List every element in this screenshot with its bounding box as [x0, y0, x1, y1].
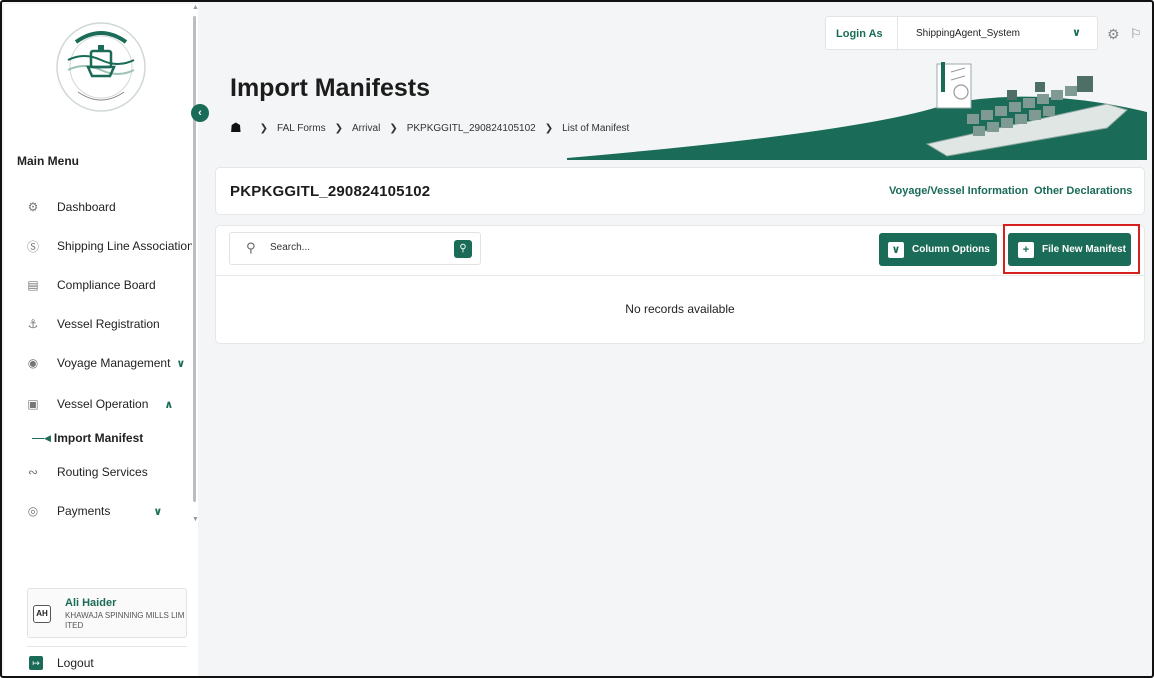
sidebar-item-dashboard[interactable]: ⚙ Dashboard: [26, 196, 194, 218]
breadcrumb-fal-forms[interactable]: FAL Forms: [277, 123, 326, 134]
dashboard-icon: ⚙: [27, 200, 39, 214]
home-icon[interactable]: ☗: [230, 120, 242, 136]
collapse-sidebar-button[interactable]: ‹: [191, 104, 209, 122]
breadcrumb-arrival[interactable]: Arrival: [352, 123, 380, 134]
chevron-down-icon[interactable]: ∨: [153, 505, 162, 518]
chevron-down-icon: ∨: [888, 241, 904, 258]
sidebar-subitem-import-manifest[interactable]: ◀ Import Manifest: [32, 431, 143, 445]
sidebar-item-vessel-operation[interactable]: ▣ Vessel Operation ∧: [26, 393, 194, 415]
scrollbar-thumb[interactable]: [193, 16, 196, 502]
sidebar-item-label: Shipping Line Association: [57, 239, 194, 253]
breadcrumb-separator-icon: ❯: [544, 122, 554, 134]
column-options-label: Column Options: [912, 244, 990, 255]
sidebar-item-compliance-board[interactable]: ▤ Compliance Board: [26, 274, 194, 296]
association-icon: Ⓢ: [26, 239, 39, 254]
sidebar-item-label: Vessel Operation: [57, 397, 149, 411]
page-title: Import Manifests: [230, 74, 431, 102]
cargo-ship-illustration: [567, 62, 1147, 160]
sidebar-item-label: Routing Services: [57, 465, 148, 479]
chevron-down-icon[interactable]: ∨: [1072, 26, 1081, 39]
sidebar-item-shipping-line-association[interactable]: Ⓢ Shipping Line Association: [26, 235, 194, 257]
column-options-button[interactable]: ∨ Column Options: [879, 233, 997, 266]
sidebar-divider: [27, 646, 187, 647]
location-icon: ◉: [27, 356, 39, 370]
user-role-select[interactable]: ShippingAgent_System: [916, 28, 1020, 39]
sidebar-item-label: Vessel Registration: [57, 317, 160, 331]
active-arrow-icon: ◀: [44, 432, 51, 443]
sidebar: Main Menu ⚙ Dashboard Ⓢ Shipping Line As…: [4, 4, 194, 676]
manifest-id-title: PKPKGGITL_290824105102: [230, 183, 431, 200]
document-icon: ▤: [27, 278, 39, 292]
breadcrumb-manifest-id[interactable]: PKPKGGITL_290824105102: [407, 123, 536, 134]
avatar: AH: [33, 605, 51, 623]
login-as-label: Login As: [836, 28, 883, 40]
payment-icon: ◎: [27, 504, 39, 518]
voyage-vessel-information-link[interactable]: Voyage/Vessel Information: [889, 185, 1028, 197]
sidebar-item-label: Compliance Board: [57, 278, 156, 292]
scroll-up-icon[interactable]: ▲: [192, 4, 199, 11]
sidebar-item-payments[interactable]: ◎ Payments ∨: [26, 500, 194, 522]
user-name: Ali Haider: [65, 597, 117, 609]
sidebar-item-voyage-management[interactable]: ◉ Voyage Management ∨: [26, 352, 194, 374]
table-divider: [215, 275, 1145, 276]
topbar-divider: [897, 17, 898, 51]
settings-gear-icon[interactable]: ⚙: [1107, 26, 1120, 43]
search-icon: ⚲: [246, 240, 256, 255]
sidebar-subitem-label: Import Manifest: [53, 431, 144, 445]
breadcrumb-separator-icon: ❯: [389, 122, 398, 134]
empty-state-message: No records available: [625, 302, 735, 316]
route-icon: ∾: [27, 465, 39, 479]
logout-icon: ↦: [29, 656, 43, 670]
login-as-bar: Login As ShippingAgent_System ∨: [825, 16, 1098, 51]
search-submit-button[interactable]: ⚲: [454, 240, 472, 258]
breadcrumb-separator-icon: ❯: [259, 122, 269, 134]
sidebar-item-routing-services[interactable]: ∾ Routing Services: [26, 461, 194, 483]
scroll-down-icon[interactable]: ▼: [192, 516, 199, 523]
portverse-logo: [56, 22, 146, 112]
other-declarations-link[interactable]: Other Declarations: [1034, 185, 1132, 197]
logout-button[interactable]: ↦ Logout: [29, 656, 94, 670]
sidebar-item-label: Payments: [57, 504, 111, 518]
notification-bell-icon[interactable]: ⚐: [1130, 26, 1142, 42]
search-input[interactable]: [270, 242, 440, 253]
sidebar-item-vessel-registration[interactable]: ⚓ Vessel Registration: [26, 313, 194, 335]
sidebar-item-label: Voyage Management: [57, 356, 171, 370]
active-indicator-line: [32, 437, 44, 439]
chevron-down-icon[interactable]: ∨: [176, 357, 185, 370]
app-frame: Main Menu ⚙ Dashboard Ⓢ Shipping Line As…: [0, 0, 1154, 678]
chevron-up-icon[interactable]: ∧: [164, 398, 173, 411]
user-card[interactable]: AH Ali Haider KHAWAJA SPINNING MILLS LIM…: [27, 588, 187, 638]
search-box: ⚲ ⚲: [229, 232, 481, 265]
logout-label: Logout: [57, 656, 94, 670]
user-organization: KHAWAJA SPINNING MILLS LIMITED: [65, 611, 185, 630]
breadcrumb-separator-icon: ❯: [334, 122, 343, 134]
sidebar-item-label: Dashboard: [57, 200, 116, 214]
highlight-box: [1003, 224, 1140, 274]
ship-icon: ⚓: [27, 317, 39, 331]
main-menu-heading: Main Menu: [17, 154, 79, 168]
cargo-icon: ▣: [27, 397, 39, 411]
